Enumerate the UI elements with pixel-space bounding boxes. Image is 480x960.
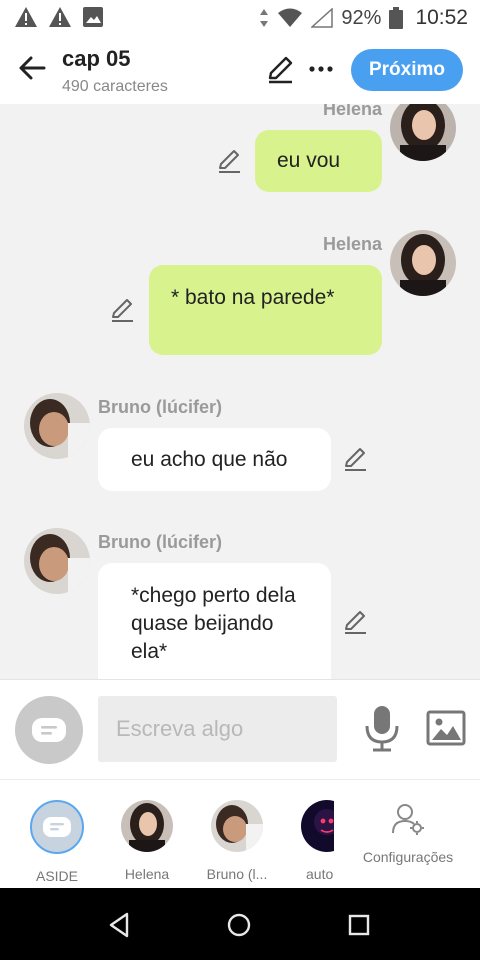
- avatar-helena[interactable]: [390, 104, 456, 161]
- message-sender: Helena: [322, 104, 382, 119]
- chat-area[interactable]: Helena eu vou Helena * bato na parede* B…: [0, 104, 480, 679]
- microphone-icon: [365, 706, 399, 752]
- warning-icon: [15, 7, 37, 27]
- avatar-helena[interactable]: [390, 230, 456, 296]
- edit-title-button[interactable]: [266, 54, 296, 84]
- edit-message-icon[interactable]: [343, 446, 369, 472]
- avatar-bruno[interactable]: [24, 393, 90, 459]
- warning-icon: [49, 7, 71, 27]
- message-bubble[interactable]: *chego perto dela quase beijando ela*: [98, 563, 331, 679]
- microphone-button[interactable]: [362, 704, 402, 754]
- message-input[interactable]: [98, 696, 337, 762]
- image-icon: [426, 710, 466, 746]
- message-sender: Bruno (lúcifer): [98, 532, 222, 552]
- character-helena[interactable]: Helena: [107, 800, 187, 882]
- settings-label: Configurações: [362, 849, 454, 865]
- character-bruno[interactable]: Bruno (l...: [197, 800, 277, 882]
- battery-icon: [389, 7, 404, 29]
- image-icon: [83, 7, 103, 27]
- edit-message-icon[interactable]: [217, 148, 243, 174]
- image-button[interactable]: [426, 710, 466, 746]
- character-count: 490 caracteres: [62, 78, 168, 95]
- home-circle-icon[interactable]: [224, 910, 254, 940]
- arrow-left-icon: [19, 56, 46, 80]
- message-bubble[interactable]: * bato na parede*: [149, 265, 382, 355]
- back-triangle-icon[interactable]: [105, 910, 135, 940]
- avatar-auto: [301, 800, 334, 852]
- message-sender: Bruno (lúcifer): [98, 397, 222, 417]
- chat-bubble-icon: [43, 817, 71, 837]
- battery-percent: 92%: [341, 6, 382, 29]
- character-label: Helena: [124, 866, 170, 882]
- recents-square-icon[interactable]: [344, 910, 374, 940]
- message-sender: Helena: [322, 234, 382, 254]
- character-label: auto: [306, 866, 334, 882]
- wifi-icon: [278, 8, 303, 27]
- pencil-icon: [268, 56, 293, 84]
- signal-icon: [311, 8, 334, 28]
- message-bubble[interactable]: eu acho que não: [98, 428, 331, 491]
- avatar-helena: [121, 800, 173, 852]
- character-aside[interactable]: ASIDE: [17, 800, 97, 884]
- status-bar: 92% 10:52: [0, 0, 480, 36]
- user-settings-icon: [392, 804, 424, 835]
- next-button[interactable]: Próximo: [351, 49, 463, 91]
- chat-bubble-icon: [32, 718, 66, 742]
- back-button[interactable]: [14, 50, 50, 86]
- more-dots-icon: [309, 66, 333, 72]
- page-title: cap 05: [62, 46, 131, 71]
- data-arrows-icon: [260, 9, 269, 27]
- more-options-button[interactable]: [304, 54, 338, 84]
- character-bar: ASIDE Helena Bruno (l... auto Configuraç…: [0, 779, 480, 888]
- header: cap 05 490 caracteres Próximo: [0, 36, 480, 104]
- system-nav-bar: [0, 888, 480, 960]
- avatar-bruno: [211, 800, 263, 852]
- avatar-bruno[interactable]: [24, 528, 90, 594]
- edit-message-icon[interactable]: [110, 297, 136, 323]
- settings-button[interactable]: Configurações: [356, 802, 460, 865]
- clock: 10:52: [415, 6, 468, 29]
- edit-message-icon[interactable]: [343, 609, 369, 635]
- aside-avatar: [30, 800, 84, 854]
- input-bar: [0, 679, 480, 779]
- character-label: ASIDE: [35, 868, 78, 884]
- character-label: Bruno (l...: [206, 866, 268, 882]
- character-select-button[interactable]: [15, 696, 83, 764]
- character-auto[interactable]: auto: [280, 800, 334, 882]
- message-bubble[interactable]: eu vou: [255, 130, 382, 192]
